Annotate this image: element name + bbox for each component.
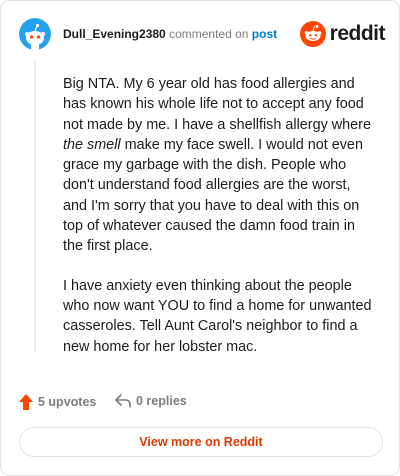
- upvote-arrow-icon: [19, 394, 33, 410]
- replies-count: 0 replies: [136, 394, 187, 408]
- upvotes-count: 5 upvotes: [38, 395, 97, 409]
- view-more-button[interactable]: View more on Reddit: [19, 427, 383, 457]
- snoo-avatar-icon[interactable]: [19, 18, 51, 50]
- upvotes-stat[interactable]: 5 upvotes: [19, 394, 96, 410]
- comment-meta: Dull_Evening2380 commented on post: [63, 27, 277, 41]
- comment-body: Big NTA. My 6 year old has food allergie…: [63, 74, 378, 376]
- username-link[interactable]: Dull_Evening2380: [63, 27, 166, 41]
- comment-footer: 5 upvotes 0 replies: [19, 394, 379, 414]
- comment-header: Dull_Evening2380 commented on post reddi…: [19, 18, 386, 50]
- reddit-logo[interactable]: reddit: [299, 20, 386, 48]
- reddit-logo-icon: [299, 21, 326, 47]
- comment-paragraph-1: Big NTA. My 6 year old has food allergie…: [63, 76, 371, 255]
- action-text: commented on: [169, 27, 249, 41]
- reply-arrow-icon: [115, 394, 131, 408]
- brand-wordmark: reddit: [329, 22, 386, 45]
- replies-stat[interactable]: 0 replies: [115, 394, 187, 408]
- post-link[interactable]: post: [252, 27, 277, 41]
- comment-paragraph-2: I have anxiety even thinking about the p…: [63, 277, 372, 355]
- emphasis-text: the smell: [63, 136, 121, 153]
- thread-line: [34, 61, 36, 353]
- comment-embed-card: Dull_Evening2380 commented on post reddi…: [0, 0, 400, 476]
